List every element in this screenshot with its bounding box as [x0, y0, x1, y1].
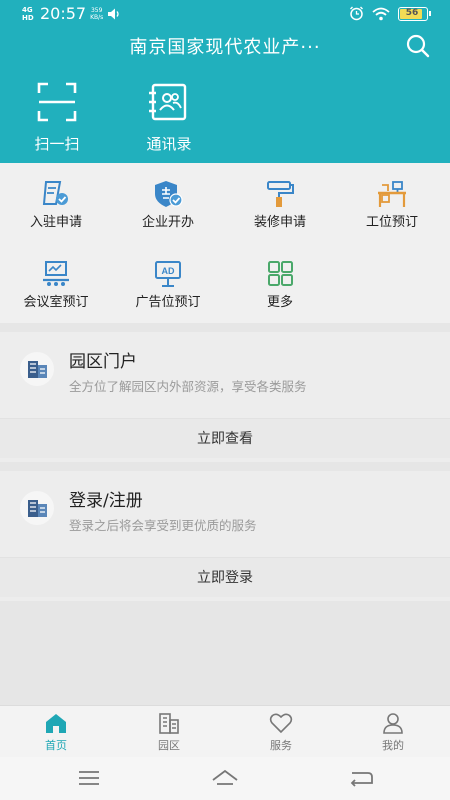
application-icon: [42, 181, 68, 205]
tab-label: 园区: [158, 739, 180, 752]
heart-icon: [269, 713, 293, 734]
meeting-room-icon: [43, 261, 69, 286]
paint-roller-icon: [267, 181, 294, 207]
tab-service[interactable]: 服务: [236, 712, 326, 753]
login-card-title: 登录/注册: [69, 491, 143, 511]
search-icon[interactable]: [404, 32, 432, 60]
ad-icon: AD: [155, 261, 181, 287]
login-card-desc: 登录之后将会享受到更优质的服务: [69, 518, 257, 533]
tab-home[interactable]: 首页: [11, 712, 101, 753]
net-speed: 359 KB/s: [90, 7, 103, 21]
battery-icon: 56: [398, 6, 431, 21]
net-speed-value: 359: [90, 7, 103, 14]
scan-button[interactable]: 扫一扫: [12, 80, 102, 154]
service-label: 企业开办: [141, 215, 194, 230]
scan-label: 扫一扫: [34, 135, 80, 153]
contacts-label: 通讯录: [146, 135, 192, 153]
tab-label: 服务: [270, 739, 292, 752]
system-nav-bar: [0, 757, 450, 800]
user-icon: [383, 713, 403, 734]
status-left: 4G HD 20:57 359 KB/s: [22, 5, 121, 23]
portal-card: 园区门户 全方位了解园区内外部资源，享受各类服务 立即查看: [0, 332, 450, 462]
header-area: 4G HD 20:57 359 KB/s 56 南京国家现代农业产··· 扫一扫…: [0, 0, 450, 163]
tab-park[interactable]: 园区: [124, 712, 214, 753]
home-nav-icon[interactable]: [210, 767, 240, 789]
tab-mine[interactable]: 我的: [348, 712, 438, 753]
service-workstation[interactable]: 工位预订: [337, 180, 447, 230]
service-ad-space[interactable]: AD 广告位预订: [113, 260, 223, 310]
grid-icon: [268, 261, 293, 286]
desk-icon: [378, 181, 406, 207]
bottom-tab-bar: 首页 园区 服务 我的: [0, 705, 450, 757]
service-label: 广告位预订: [135, 295, 201, 310]
service-more[interactable]: 更多: [225, 260, 335, 310]
contacts-button[interactable]: 通讯录: [124, 80, 214, 154]
service-label: 更多: [266, 295, 293, 310]
portal-card-header[interactable]: 园区门户 全方位了解园区内外部资源，享受各类服务: [0, 332, 450, 410]
battery-tip: [429, 10, 431, 16]
svg-text:AD: AD: [162, 266, 175, 276]
tab-label: 首页: [45, 739, 67, 752]
home-icon: [46, 714, 66, 733]
login-now-button[interactable]: 立即登录: [0, 557, 450, 597]
battery-level: 56: [405, 7, 419, 18]
service-label: 会议室预订: [23, 295, 89, 310]
scan-icon: [37, 82, 77, 122]
service-application[interactable]: 入驻申请: [1, 180, 111, 230]
portal-card-desc: 全方位了解园区内外部资源，享受各类服务: [69, 379, 307, 394]
net-speed-unit: KB/s: [90, 14, 104, 21]
back-icon[interactable]: [346, 767, 376, 789]
services-grid: 入驻申请 企业开办 装修申请 工位预订 会议室预订 AD 广告位预订 更多: [0, 163, 450, 323]
page-title: 南京国家现代农业产···: [129, 37, 321, 58]
service-meeting-room[interactable]: 会议室预订: [1, 260, 111, 310]
clock: 20:57: [40, 4, 87, 23]
login-card-icon-wrap: [20, 491, 54, 525]
alarm-icon: [350, 6, 363, 21]
enterprise-icon: [155, 181, 183, 207]
building-icon: [28, 361, 47, 378]
title-bar: 南京国家现代农业产···: [0, 30, 450, 60]
service-enterprise[interactable]: 企业开办: [113, 180, 223, 230]
portal-card-title: 园区门户: [69, 352, 137, 372]
building-icon: [28, 500, 47, 517]
contacts-icon: [149, 83, 187, 121]
tab-label: 我的: [382, 739, 404, 752]
view-now-button[interactable]: 立即查看: [0, 418, 450, 458]
park-icon: [159, 713, 179, 734]
service-label: 入驻申请: [29, 215, 82, 230]
service-label: 工位预订: [365, 215, 418, 230]
portal-card-icon-wrap: [20, 352, 54, 386]
menu-icon[interactable]: [74, 767, 104, 789]
login-card: 登录/注册 登录之后将会享受到更优质的服务 立即登录: [0, 471, 450, 601]
service-renovation[interactable]: 装修申请: [225, 180, 335, 230]
service-label: 装修申请: [253, 215, 306, 230]
status-bar: 4G HD 20:57 359 KB/s 56: [0, 0, 450, 28]
status-right: 56: [349, 6, 431, 21]
login-card-header[interactable]: 登录/注册 登录之后将会享受到更优质的服务: [0, 471, 450, 549]
network-indicator: 4G HD: [22, 6, 34, 22]
wifi-icon: [372, 7, 390, 20]
volume-icon: [108, 8, 119, 20]
